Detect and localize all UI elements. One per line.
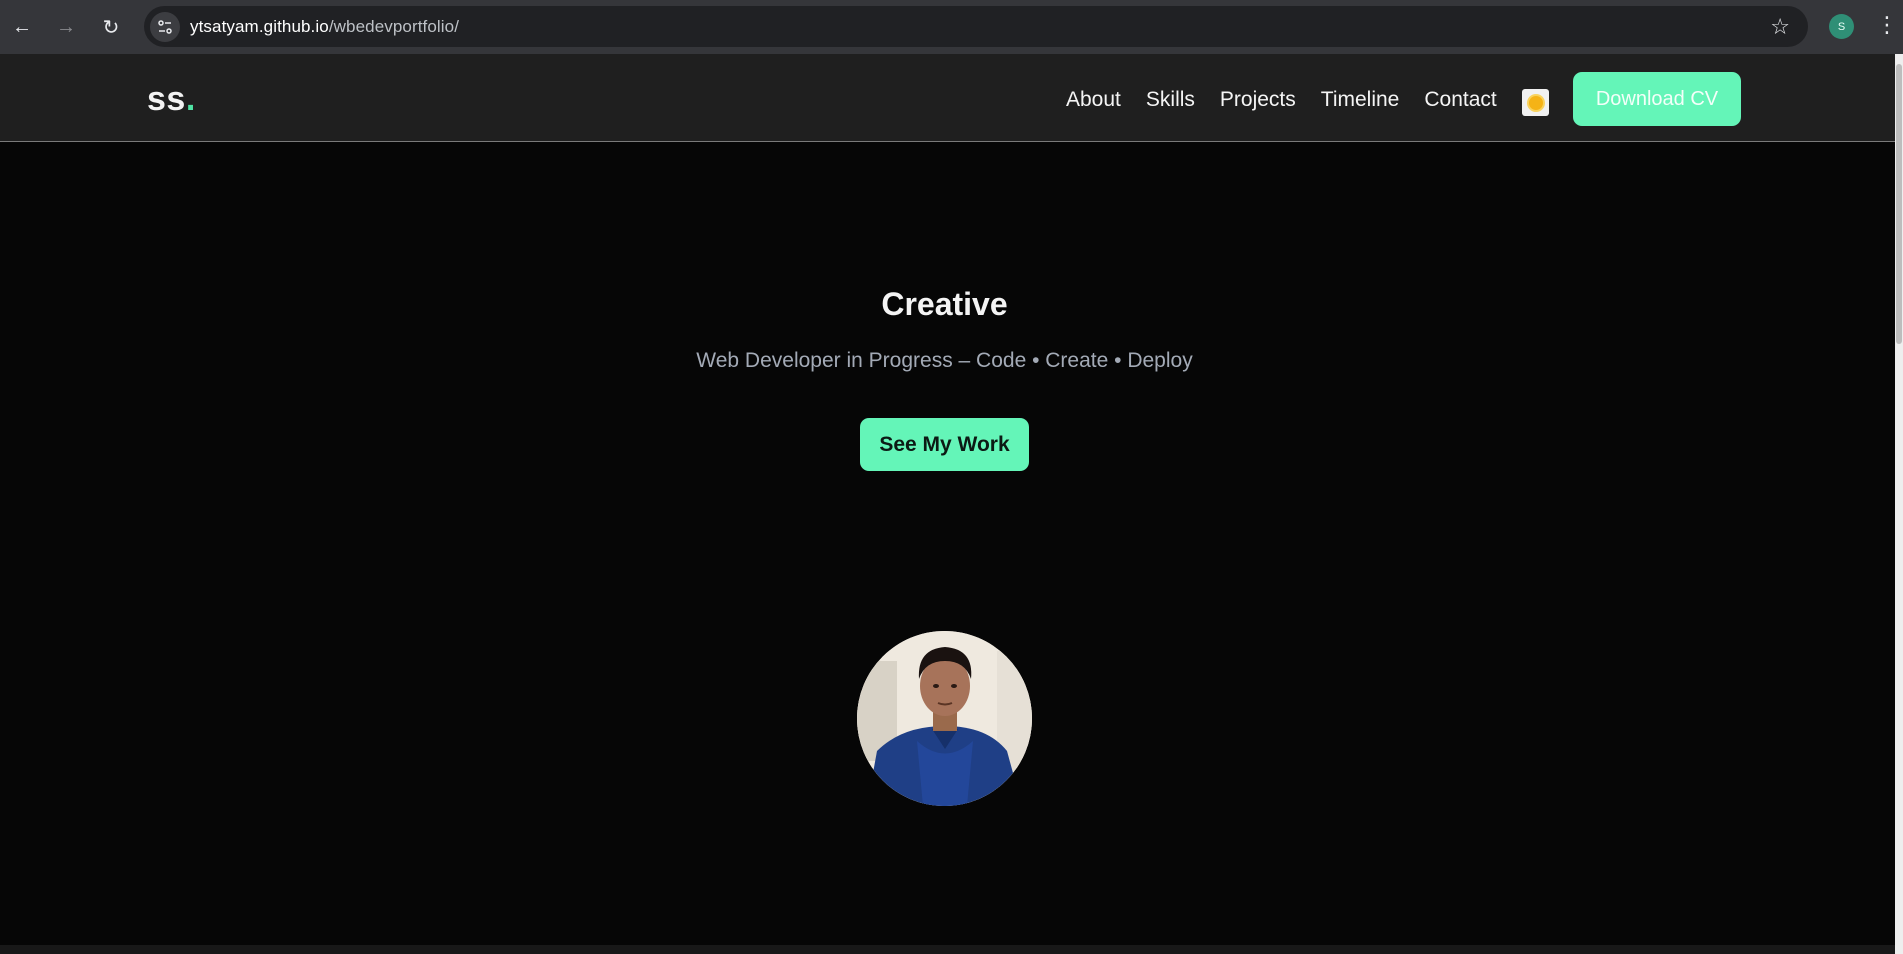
download-cv-button[interactable]: Download CV: [1573, 72, 1741, 126]
page-scrollbar[interactable]: [1895, 54, 1903, 954]
url-host: ytsatyam.github.io: [190, 17, 329, 36]
profile-avatar[interactable]: S: [1829, 14, 1854, 39]
address-bar[interactable]: ytsatyam.github.io/wbedevportfolio/ ☆: [144, 6, 1808, 47]
see-my-work-button[interactable]: See My Work: [860, 418, 1029, 471]
browser-menu-icon[interactable]: ⋮: [1876, 12, 1898, 38]
theme-toggle-button[interactable]: [1522, 89, 1549, 116]
back-icon[interactable]: ←: [9, 14, 35, 40]
reload-icon[interactable]: ↻: [98, 14, 124, 40]
nav-skills[interactable]: Skills: [1146, 88, 1195, 112]
logo-text: ss: [147, 80, 186, 118]
site-header: ss. About Skills Projects Timeline Conta…: [0, 54, 1895, 142]
url-path: /wbedevportfolio/: [328, 17, 460, 36]
scrollbar-thumb[interactable]: [1896, 64, 1902, 344]
hero-subtitle: Web Developer in Progress – Code • Creat…: [696, 349, 1193, 372]
profile-photo: [857, 631, 1032, 806]
logo-dot: .: [185, 80, 196, 118]
hero-title: Creative: [881, 286, 1008, 322]
nav-timeline[interactable]: Timeline: [1321, 88, 1400, 112]
url-text[interactable]: ytsatyam.github.io/wbedevportfolio/: [190, 17, 459, 37]
site-info-icon[interactable]: [150, 12, 180, 42]
nav-contact[interactable]: Contact: [1424, 88, 1496, 112]
sun-icon: [1528, 95, 1543, 110]
browser-toolbar: ← → ↻ ytsatyam.github.io/wbedevportfolio…: [0, 0, 1903, 54]
forward-icon[interactable]: →: [53, 14, 79, 40]
main-nav: About Skills Projects Timeline Contact: [1066, 88, 1522, 112]
site-logo[interactable]: ss.: [147, 80, 196, 119]
bookmark-star-icon[interactable]: ☆: [1770, 14, 1790, 40]
nav-about[interactable]: About: [1066, 88, 1121, 112]
nav-projects[interactable]: Projects: [1220, 88, 1296, 112]
page-bottom-edge: [0, 945, 1895, 954]
